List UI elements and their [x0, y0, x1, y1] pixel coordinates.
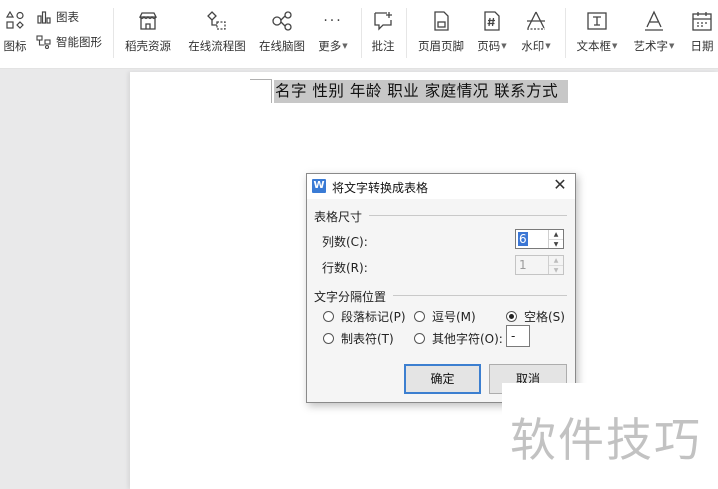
chevron-down-icon: ▼	[342, 42, 348, 50]
radio-tab[interactable]: 制表符(T)	[323, 330, 394, 347]
separator-group-label: 文字分隔位置	[314, 290, 387, 304]
radio-circle[interactable]	[323, 333, 334, 344]
wordart-button[interactable]: 艺术字▼	[629, 0, 679, 54]
ribbon-separator	[565, 8, 566, 58]
ribbon-separator	[406, 8, 407, 58]
radio-circle[interactable]	[414, 333, 425, 344]
rows-label: 行数(R):	[322, 261, 368, 275]
ok-button[interactable]: 确定	[404, 364, 481, 394]
flowchart-icon	[206, 10, 228, 32]
group-divider	[369, 215, 567, 216]
more-button[interactable]: ··· 更多▼	[313, 0, 353, 54]
radio-label: 段落标记(P)	[341, 310, 406, 324]
header-footer-button[interactable]: 页眉页脚	[413, 0, 469, 54]
textbox-button[interactable]: 文本框▼	[572, 0, 622, 54]
wordart-icon	[643, 10, 665, 32]
ribbon-item-label: 更多	[318, 39, 342, 53]
page-margin-marker	[250, 79, 272, 80]
smart-art-button[interactable]: 智能图形	[36, 34, 102, 50]
page-number-icon	[481, 10, 503, 32]
smart-art-icon	[36, 34, 52, 50]
chart-button[interactable]: 图表	[36, 9, 79, 25]
ribbon-item-label: 在线脑图	[259, 39, 305, 53]
radio-circle[interactable]	[414, 311, 425, 322]
radio-other-character[interactable]: 其他字符(O):	[414, 330, 503, 347]
shapes-button[interactable]: 图标	[0, 0, 30, 54]
online-flowchart-button[interactable]: 在线流程图	[182, 0, 252, 54]
radio-label: 制表符(T)	[341, 332, 394, 346]
rows-value: 1	[519, 258, 527, 272]
page-margin-marker	[271, 79, 272, 103]
watermark-icon	[525, 10, 547, 32]
textbox-icon	[586, 10, 608, 32]
chevron-down-icon: ▼	[545, 42, 551, 50]
columns-stepper[interactable]: 6 ▲ ▼	[515, 229, 564, 249]
table-size-group-label: 表格尺寸	[314, 210, 363, 224]
comment-button[interactable]: 批注	[366, 0, 400, 54]
radio-label: 逗号(M)	[432, 310, 476, 324]
stepper-down-icon: ▼	[549, 265, 563, 275]
columns-value[interactable]: 6	[518, 232, 528, 246]
dialog-titlebar[interactable]: W 将文字转换成表格 ✕	[307, 174, 575, 199]
chart-label: 图表	[56, 10, 79, 24]
stepper-up-icon: ▲	[553, 257, 559, 264]
radio-paragraph-mark[interactable]: 段落标记(P)	[323, 308, 406, 325]
ribbon-item-label: 稻壳资源	[125, 39, 171, 53]
smart-art-label: 智能图形	[56, 35, 102, 49]
chevron-down-icon: ▼	[612, 42, 618, 50]
radio-circle-selected[interactable]	[506, 311, 517, 322]
stepper-up-icon[interactable]: ▲	[549, 230, 563, 239]
comment-icon	[372, 10, 394, 32]
page-number-button[interactable]: 页码▼	[473, 0, 511, 54]
dialog-title: 将文字转换成表格	[332, 181, 429, 195]
chevron-down-icon: ▼	[669, 42, 675, 50]
mindmap-icon	[271, 10, 293, 32]
ribbon-item-label: 水印	[521, 39, 545, 53]
ribbon-item-label: 页码	[477, 39, 501, 53]
site-watermark: 软件技巧	[510, 413, 702, 467]
date-button[interactable]: 日期	[687, 0, 717, 54]
other-character-input[interactable]: -	[506, 325, 530, 347]
ribbon-toolbar: 图标 图表 智能图形 稻壳资源 在线流程图 在线脑图 ··· 更多▼ 批注 页眉…	[0, 0, 718, 69]
radio-space[interactable]: 空格(S)	[506, 308, 565, 325]
ribbon-item-label: 批注	[371, 39, 395, 53]
docer-resources-button[interactable]: 稻壳资源	[120, 0, 176, 54]
stepper-down-icon[interactable]: ▼	[549, 239, 563, 249]
group-divider	[393, 295, 567, 296]
ribbon-item-label: 页眉页脚	[418, 39, 464, 53]
radio-comma[interactable]: 逗号(M)	[414, 308, 476, 325]
more-icon: ···	[323, 13, 343, 29]
online-mindmap-button[interactable]: 在线脑图	[255, 0, 309, 54]
shop-icon	[137, 10, 159, 32]
shapes-label: 图标	[3, 39, 27, 53]
convert-text-to-table-dialog: W 将文字转换成表格 ✕ 表格尺寸 列数(C): 6 ▲ ▼ 行数(R): 1 …	[306, 173, 576, 403]
radio-label: 空格(S)	[524, 310, 565, 324]
chart-icon	[36, 9, 52, 25]
ribbon-separator	[113, 8, 114, 58]
chevron-down-icon: ▼	[501, 42, 507, 50]
header-footer-icon	[430, 10, 452, 32]
calendar-icon	[691, 10, 713, 32]
ribbon-item-label: 日期	[690, 39, 714, 53]
radio-label: 其他字符(O):	[432, 332, 503, 346]
shapes-icon	[4, 10, 26, 32]
watermark-button[interactable]: 水印▼	[516, 0, 556, 54]
rows-stepper: 1 ▲ ▼	[515, 255, 564, 275]
radio-circle[interactable]	[323, 311, 334, 322]
ribbon-item-label: 文本框	[576, 39, 612, 53]
columns-label: 列数(C):	[322, 235, 368, 249]
ribbon-item-label: 在线流程图	[188, 39, 246, 53]
close-icon[interactable]: ✕	[551, 176, 569, 194]
ribbon-item-label: 艺术字	[633, 39, 669, 53]
wps-writer-icon: W	[312, 179, 326, 193]
selected-text[interactable]: 名字 性别 年龄 职业 家庭情况 联系方式	[274, 80, 569, 103]
ribbon-separator	[361, 8, 362, 58]
